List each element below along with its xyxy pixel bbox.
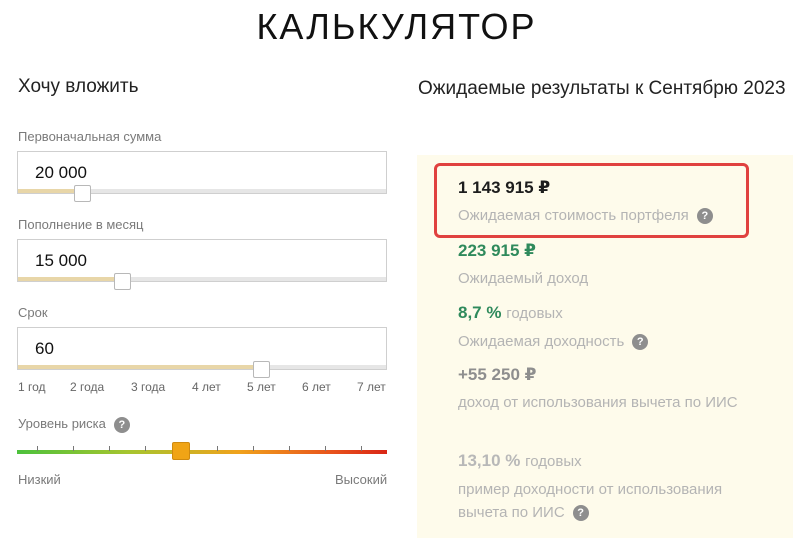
risk-tick (361, 446, 362, 451)
initial-amount-field[interactable]: 20 000 (17, 151, 387, 202)
term-field[interactable]: 60 (17, 327, 387, 378)
term-tick[interactable]: 6 лет (302, 380, 331, 394)
risk-tick (145, 446, 146, 451)
risk-tick (37, 446, 38, 451)
risk-tick (289, 446, 290, 451)
highlight-frame (434, 163, 749, 238)
risk-low-label: Низкий (18, 472, 61, 487)
risk-tick (73, 446, 74, 451)
iis-income-desc: доход от использования вычета по ИИС (458, 394, 738, 411)
term-tick[interactable]: 4 лет (192, 380, 221, 394)
iis-yield-row: 13,10 % годовых (458, 450, 758, 473)
term-tick[interactable]: 5 лет (247, 380, 276, 394)
monthly-label: Пополнение в месяц (18, 217, 144, 232)
help-icon[interactable]: ? (113, 416, 130, 433)
risk-level-label-row: Уровень риска? (18, 416, 130, 433)
iis-yield-block: 13,10 % годовых пример доходности от исп… (458, 450, 758, 524)
initial-amount-label: Первоначальная сумма (18, 129, 162, 144)
term-tick[interactable]: 2 года (70, 380, 104, 394)
risk-high-label: Высокий (335, 472, 388, 487)
monthly-field[interactable]: 15 000 (17, 239, 387, 290)
yield-row: 8,7 % годовых (458, 302, 648, 325)
term-label: Срок (18, 305, 48, 320)
risk-slider[interactable] (17, 442, 387, 460)
iis-yield-desc: пример доходности от использования вычет… (458, 481, 723, 521)
page-title: КАЛЬКУЛЯТОР (256, 6, 537, 47)
term-ticks: 1 год 2 года 3 года 4 лет 5 лет 6 лет 7 … (18, 380, 388, 396)
risk-level-label: Уровень риска (18, 416, 106, 431)
term-tick[interactable]: 7 лет (357, 380, 386, 394)
term-track[interactable] (18, 361, 386, 378)
yield-block: 8,7 % годовых Ожидаемая доходность? (458, 302, 649, 353)
income-desc: Ожидаемый доход (458, 270, 589, 287)
yield-desc: Ожидаемая доходность (458, 333, 625, 350)
initial-amount-slider-thumb[interactable] (74, 185, 91, 202)
monthly-track[interactable] (18, 273, 386, 290)
monthly-slider-thumb[interactable] (114, 273, 131, 290)
term-value[interactable]: 60 (35, 339, 54, 359)
yield-suffix: годовых (506, 305, 563, 322)
term-tick[interactable]: 1 год (18, 380, 46, 394)
income-value: 223 915 ₽ (458, 241, 537, 260)
iis-income-value: +55 250 ₽ (458, 365, 537, 384)
risk-tick (109, 446, 110, 451)
results-heading: Ожидаемые результаты к Сентябрю 2023 (418, 78, 786, 99)
term-slider-thumb[interactable] (253, 361, 270, 378)
yield-value: 8,7 % (458, 303, 502, 322)
income-block: 223 915 ₽ Ожидаемый доход (458, 240, 588, 290)
iis-yield-desc-row: пример доходности от использования вычет… (458, 478, 758, 524)
risk-tick (217, 446, 218, 451)
initial-amount-track[interactable] (18, 185, 386, 202)
initial-amount-value[interactable]: 20 000 (35, 163, 87, 183)
monthly-value[interactable]: 15 000 (35, 251, 87, 271)
help-icon[interactable]: ? (572, 505, 589, 522)
iis-yield-value: 13,10 % (458, 451, 521, 470)
term-tick[interactable]: 3 года (131, 380, 165, 394)
help-icon[interactable]: ? (632, 334, 649, 351)
yield-desc-row: Ожидаемая доходность? (458, 330, 649, 353)
risk-slider-thumb[interactable] (172, 442, 190, 460)
invest-heading: Хочу вложить (18, 76, 139, 97)
initial-amount-fill (18, 189, 82, 193)
iis-yield-suffix: годовых (525, 453, 582, 470)
monthly-fill (18, 277, 122, 281)
iis-income-block: +55 250 ₽ доход от использования вычета … (458, 364, 758, 414)
risk-tick (253, 446, 254, 451)
term-fill (18, 365, 261, 369)
risk-tick (325, 446, 326, 451)
